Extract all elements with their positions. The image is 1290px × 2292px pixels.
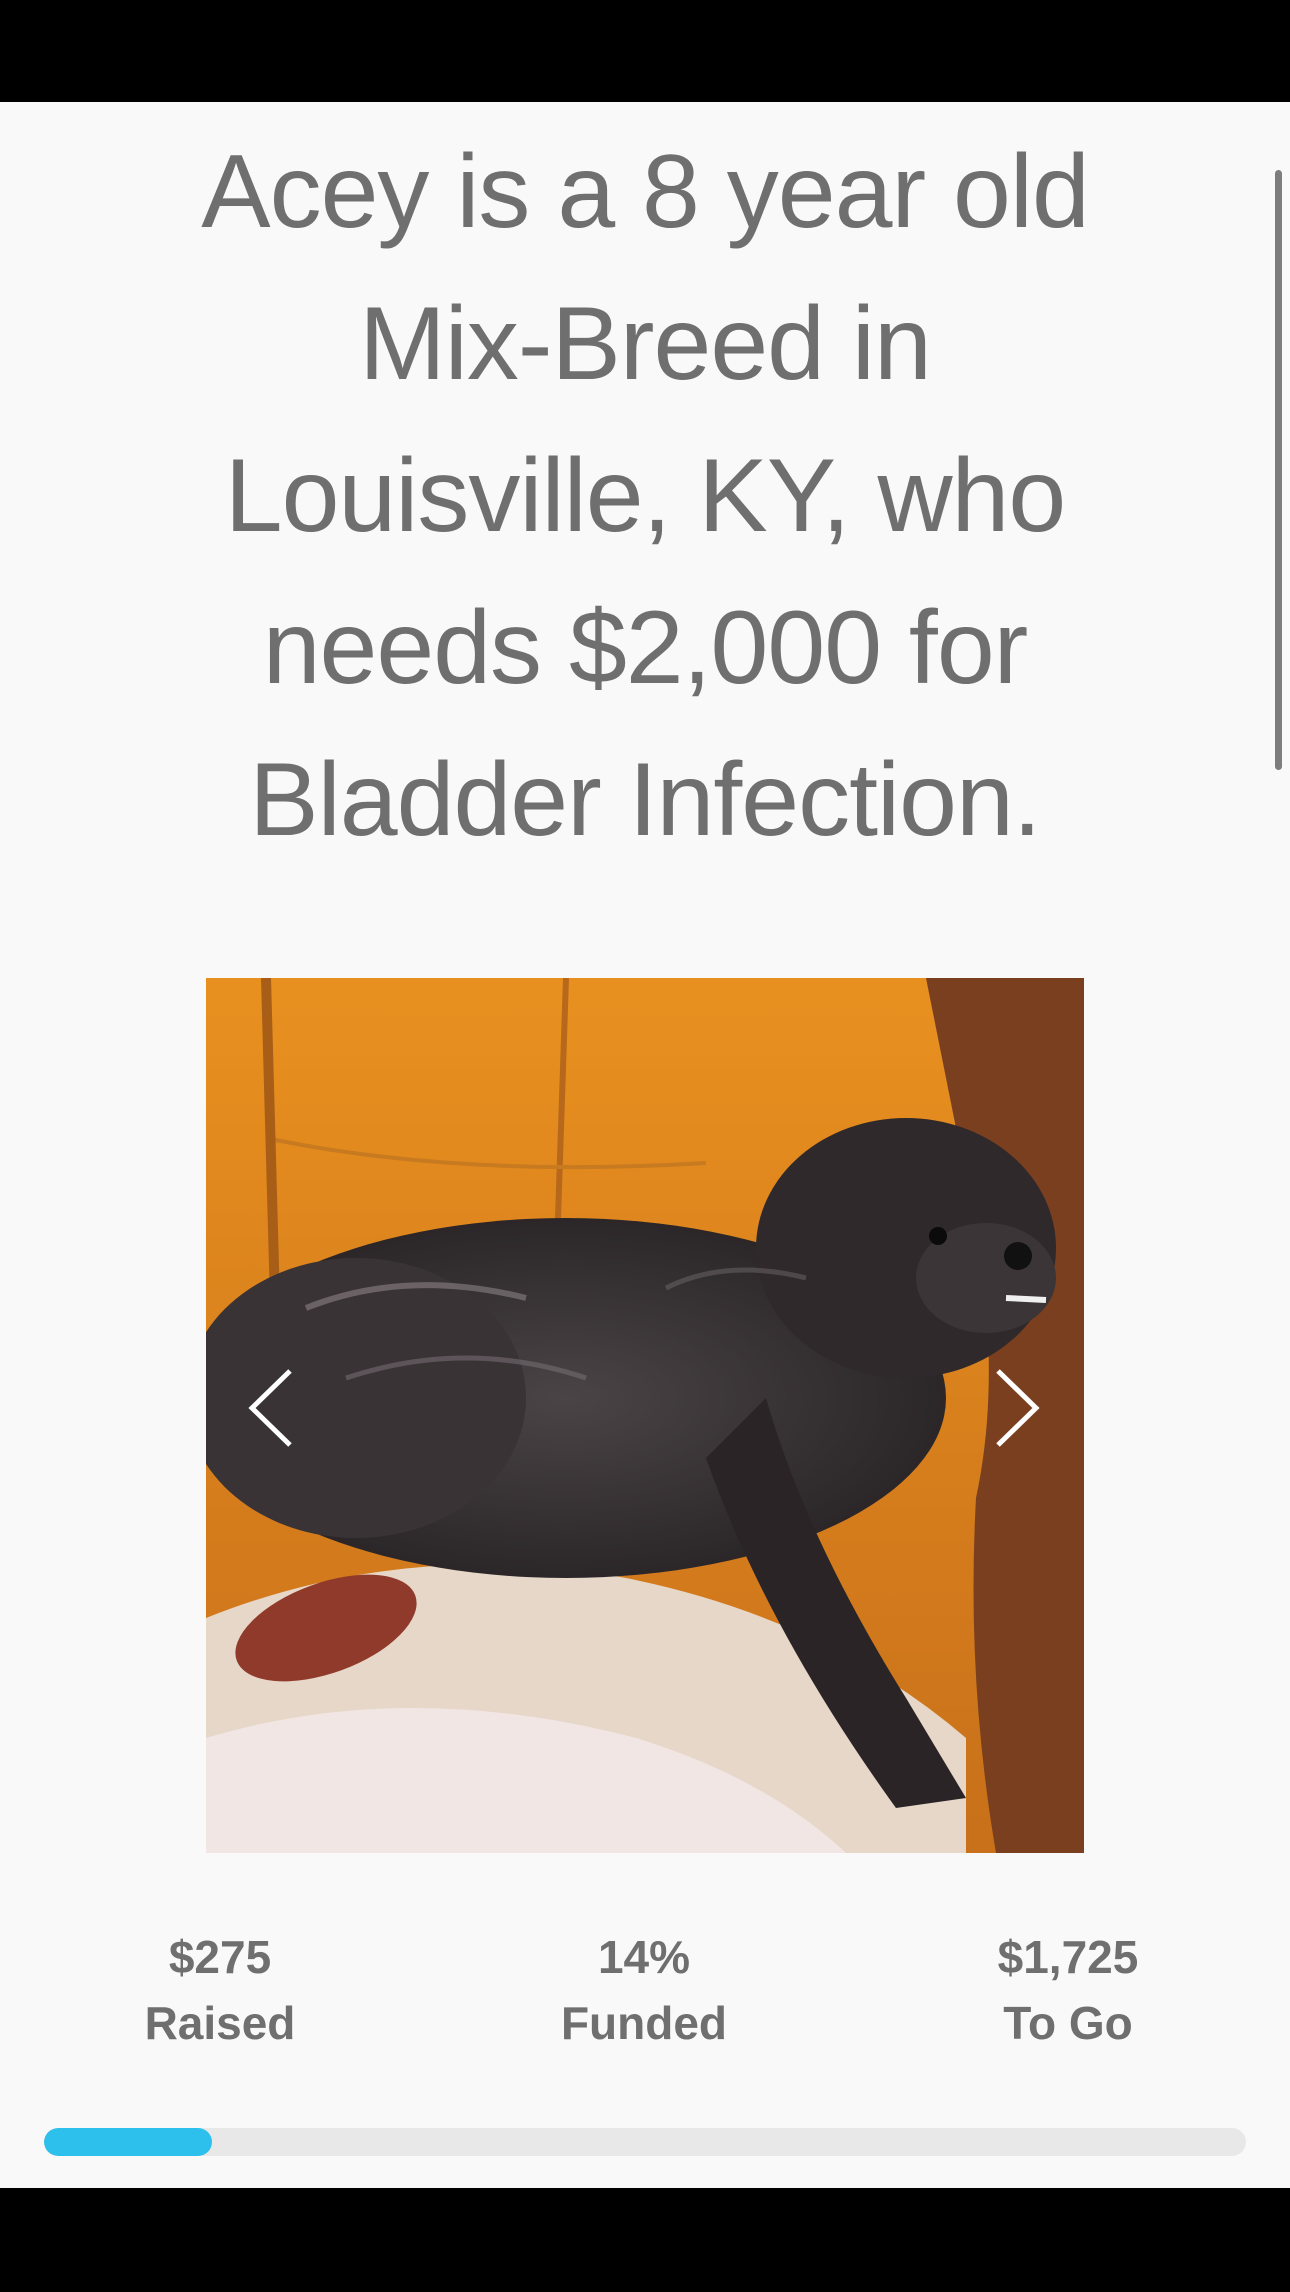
chevron-right-icon bbox=[996, 1369, 1040, 1447]
funding-stats: $275 Raised 14% Funded $1,725 To Go bbox=[0, 1924, 1290, 2064]
funding-progress-bar bbox=[44, 2128, 1246, 2156]
gallery-prev-button[interactable] bbox=[222, 1348, 322, 1468]
to-go-amount: $1,725 bbox=[997, 1931, 1139, 1983]
dog-on-couch-image bbox=[206, 978, 1084, 1853]
to-go-stat: $1,725 To Go bbox=[918, 1924, 1218, 2056]
raised-amount: $275 bbox=[168, 1931, 272, 1983]
campaign-page[interactable]: Acey is a 8 year old Mix-Breed in Louisv… bbox=[0, 102, 1290, 2188]
funding-progress-fill bbox=[44, 2128, 213, 2156]
funded-percent: 14% bbox=[597, 1931, 691, 1983]
gallery-next-button[interactable] bbox=[966, 1348, 1066, 1468]
funded-stat: 14% Funded bbox=[494, 1924, 794, 2056]
to-go-label: To Go bbox=[1003, 1997, 1133, 2049]
raised-label: Raised bbox=[144, 1997, 296, 2049]
chevron-left-icon bbox=[248, 1369, 292, 1447]
funded-label: Funded bbox=[560, 1997, 728, 2049]
navigation-bar bbox=[0, 2188, 1290, 2292]
raised-stat: $275 Raised bbox=[70, 1924, 370, 2056]
campaign-headline: Acey is a 8 year old Mix-Breed in Louisv… bbox=[201, 134, 1090, 858]
status-bar bbox=[0, 0, 1290, 102]
scrollbar[interactable] bbox=[1275, 170, 1282, 770]
pet-photo[interactable] bbox=[206, 978, 1084, 1853]
